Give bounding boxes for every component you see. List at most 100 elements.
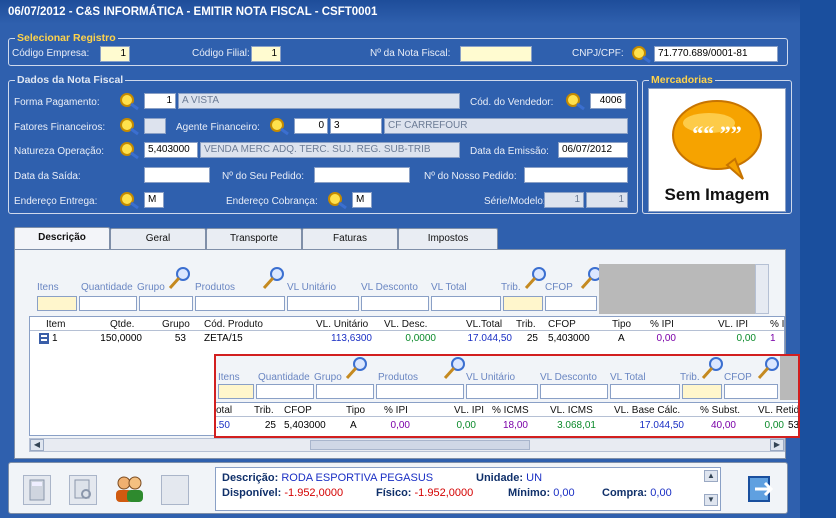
col-vl-desc[interactable]: VL. Desc. bbox=[384, 319, 427, 330]
col-vl-unitario[interactable]: VL. Unitário bbox=[316, 319, 368, 330]
popup-col-cfop[interactable]: CFOP bbox=[284, 405, 312, 416]
popup-col-vl-base[interactable]: VL. Base Cálc. bbox=[614, 405, 680, 416]
popup-preview-area bbox=[780, 356, 798, 400]
col-qtde[interactable]: Qtde. bbox=[110, 319, 134, 330]
popup-filter-vl-unitario-input[interactable] bbox=[466, 384, 538, 399]
popup-col-pct-subst[interactable]: % Subst. bbox=[700, 405, 740, 416]
col-tipo[interactable]: Tipo bbox=[612, 319, 631, 330]
seu-pedido-field[interactable] bbox=[314, 167, 410, 183]
popup-table-row[interactable]: .50 25 5,403000 A 0,00 0,00 18,00 3.068,… bbox=[216, 418, 798, 432]
popup-filter-trib-input[interactable] bbox=[682, 384, 722, 399]
forma-pagamento-code[interactable]: 1 bbox=[144, 93, 176, 109]
tab-descricao[interactable]: Descrição bbox=[14, 227, 110, 250]
filter-vl-unitario-input[interactable] bbox=[287, 296, 359, 311]
grupo-search-icon[interactable] bbox=[167, 266, 193, 292]
cell-vl-unitario: 113,6300 bbox=[331, 333, 372, 344]
popup-col-tipo[interactable]: Tipo bbox=[346, 405, 365, 416]
popup-filter-produtos-input[interactable] bbox=[376, 384, 464, 399]
natureza-code[interactable]: 5,403000 bbox=[144, 142, 198, 158]
popup-grupo-search-icon[interactable] bbox=[344, 356, 370, 382]
col-trib[interactable]: Trib. bbox=[516, 319, 536, 330]
popup-filter-vl-total-label: VL Total bbox=[610, 372, 646, 383]
col-vl-ipi[interactable]: VL. IPI bbox=[718, 319, 748, 330]
nota-fiscal-field[interactable] bbox=[460, 46, 532, 62]
mercadorias-legend: Mercadorias bbox=[649, 74, 715, 86]
vendedor-search-icon[interactable] bbox=[562, 91, 588, 111]
popup-filter-vl-desconto-input[interactable] bbox=[540, 384, 608, 399]
cobranca-field[interactable]: M bbox=[352, 192, 372, 208]
cnpj-field[interactable]: 71.770.689/0001-81 bbox=[654, 46, 778, 62]
scroll-right-icon[interactable]: ▶ bbox=[770, 439, 784, 451]
popup-produtos-search-icon[interactable] bbox=[442, 356, 468, 382]
scroll-thumb[interactable] bbox=[310, 440, 530, 450]
col-grupo[interactable]: Grupo bbox=[162, 319, 190, 330]
document-search-icon bbox=[74, 479, 91, 499]
filter-trib-input[interactable] bbox=[503, 296, 543, 311]
entrega-field[interactable]: M bbox=[144, 192, 164, 208]
agente-code[interactable]: 0 bbox=[294, 118, 328, 134]
popup-trib-search-icon[interactable] bbox=[700, 356, 726, 382]
blank-button[interactable] bbox=[161, 475, 189, 505]
col-vl-total[interactable]: VL.Total bbox=[466, 319, 502, 330]
popup-cell-vl-base: 17.044,50 bbox=[639, 420, 685, 431]
codigo-empresa-field[interactable]: 1 bbox=[100, 46, 130, 62]
col-item[interactable]: Item bbox=[46, 319, 65, 330]
nosso-pedido-field[interactable] bbox=[524, 167, 628, 183]
cnpj-search-icon[interactable] bbox=[628, 44, 654, 64]
col-pct-ipi[interactable]: % IPI bbox=[650, 319, 674, 330]
agente-desc: CF CARREFOUR bbox=[384, 118, 628, 134]
popup-filter-grupo-label: Grupo bbox=[314, 372, 342, 383]
popup-filter-vl-total-input[interactable] bbox=[610, 384, 680, 399]
filter-vl-desconto-input[interactable] bbox=[361, 296, 429, 311]
popup-cfop-search-icon[interactable] bbox=[756, 356, 782, 382]
tab-transporte[interactable]: Transporte bbox=[206, 228, 302, 249]
filter-produtos-input[interactable] bbox=[195, 296, 285, 311]
popup-col-pct-icms[interactable]: % ICMS bbox=[492, 405, 529, 416]
tab-geral[interactable]: Geral bbox=[110, 228, 206, 249]
saida-field[interactable] bbox=[144, 167, 210, 183]
popup-col-pct-ipi[interactable]: % IPI bbox=[384, 405, 408, 416]
agente-number[interactable]: 3 bbox=[330, 118, 382, 134]
filter-scrollbar[interactable] bbox=[755, 264, 769, 314]
lookup-button[interactable] bbox=[69, 475, 97, 505]
popup-col-vl-icms[interactable]: VL. ICMS bbox=[550, 405, 593, 416]
exit-button[interactable] bbox=[743, 471, 777, 507]
popup-col-vl-ipi[interactable]: VL. IPI bbox=[454, 405, 484, 416]
col-cfop[interactable]: CFOP bbox=[548, 319, 576, 330]
popup-filter-quantidade-input[interactable] bbox=[256, 384, 314, 399]
info-scroll-up-icon[interactable]: ▲ bbox=[704, 470, 718, 482]
forma-pagamento-search-icon[interactable] bbox=[116, 91, 142, 111]
agente-search-icon[interactable] bbox=[266, 116, 292, 136]
filter-vl-total-input[interactable] bbox=[431, 296, 501, 311]
popup-filter-cfop-input[interactable] bbox=[724, 384, 778, 399]
popup-col-total[interactable]: otal bbox=[216, 405, 232, 416]
calculator-button[interactable] bbox=[23, 475, 51, 505]
table-row[interactable]: 1 150,0000 53 ZETA/15 113,6300 0,0000 17… bbox=[30, 332, 784, 346]
codigo-filial-field[interactable]: 1 bbox=[251, 46, 281, 62]
fatores-search-icon[interactable] bbox=[116, 116, 142, 136]
users-button[interactable] bbox=[113, 473, 145, 507]
filter-itens-input[interactable] bbox=[37, 296, 77, 311]
filter-quantidade-input[interactable] bbox=[79, 296, 137, 311]
produtos-search-icon[interactable] bbox=[261, 266, 287, 292]
info-scroll-down-icon[interactable]: ▼ bbox=[704, 494, 718, 506]
popup-filter-grupo-input[interactable] bbox=[316, 384, 374, 399]
cell-pct-ipi: 0,00 bbox=[656, 333, 676, 344]
cobranca-search-icon[interactable] bbox=[324, 190, 350, 210]
filter-cfop-input[interactable] bbox=[545, 296, 597, 311]
filter-grupo-input[interactable] bbox=[139, 296, 193, 311]
vendedor-field[interactable]: 4006 bbox=[590, 93, 626, 109]
tab-impostos[interactable]: Impostos bbox=[398, 228, 498, 249]
popup-col-vl-retido[interactable]: VL. Retido bbox=[758, 405, 798, 416]
col-cod-produto[interactable]: Cód. Produto bbox=[204, 319, 263, 330]
popup-col-trib[interactable]: Trib. bbox=[254, 405, 274, 416]
popup-filter-itens-input[interactable] bbox=[218, 384, 254, 399]
scroll-left-icon[interactable]: ◀ bbox=[30, 439, 44, 451]
entrega-search-icon[interactable] bbox=[116, 190, 142, 210]
grid-horizontal-scrollbar[interactable]: ◀ ▶ bbox=[29, 438, 785, 452]
natureza-search-icon[interactable] bbox=[116, 140, 142, 160]
emissao-field[interactable]: 06/07/2012 bbox=[558, 142, 628, 158]
vendedor-label: Cód. do Vendedor: bbox=[470, 97, 554, 108]
tab-faturas[interactable]: Faturas bbox=[302, 228, 398, 249]
col-pct-i[interactable]: % I bbox=[770, 319, 784, 330]
